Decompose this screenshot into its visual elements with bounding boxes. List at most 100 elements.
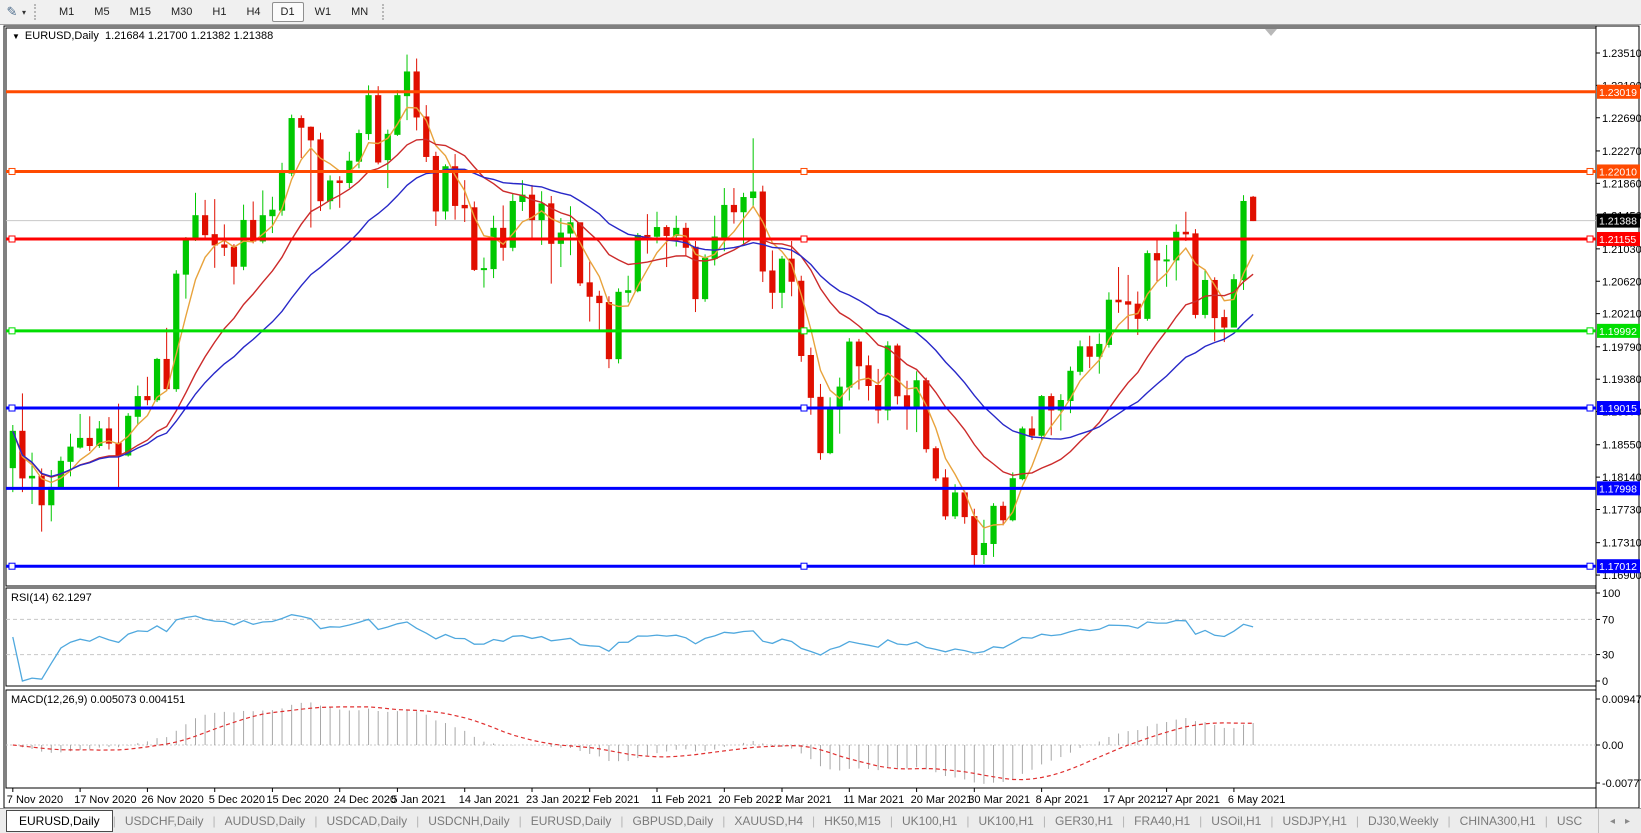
chart-tab-usc[interactable]: USC <box>1548 811 1591 831</box>
candle-body <box>981 543 986 554</box>
price-axis-tick-label: 1.17310 <box>1602 538 1641 550</box>
chart-tab-usdcnh-daily[interactable]: USDCNH,Daily <box>419 811 518 831</box>
candle-body <box>770 271 775 292</box>
candle-body <box>1087 347 1092 356</box>
chart-tab-ger30-h1[interactable]: GER30,H1 <box>1046 811 1122 831</box>
tab-scroll-right-icon[interactable]: ▸ <box>1620 814 1635 829</box>
chart-tab-usdjpy-h1[interactable]: USDJPY,H1 <box>1273 811 1355 831</box>
chart-tab-gbpusd-daily[interactable]: GBPUSD,Daily <box>624 811 723 831</box>
chart-tab-hk50-m15[interactable]: HK50,M15 <box>815 811 890 831</box>
date-axis-label: 14 Jan 2021 <box>459 794 520 806</box>
candle-body <box>193 216 198 240</box>
candle-body <box>616 292 621 358</box>
candle-body <box>741 198 746 212</box>
chart-tab-uk100-h1[interactable]: UK100,H1 <box>893 811 966 831</box>
date-axis-label: 20 Mar 2021 <box>911 794 973 806</box>
chart-title: ▼EURUSD,Daily 1.21684 1.21700 1.21382 1.… <box>12 30 273 42</box>
chart-tab-usoil-h1[interactable]: USOil,H1 <box>1202 811 1270 831</box>
candle-body <box>1145 254 1150 319</box>
chart-tab-audusd-daily[interactable]: AUDUSD,Daily <box>216 811 315 831</box>
chart-tab-dj30-weekly[interactable]: DJ30,Weekly <box>1359 811 1447 831</box>
level-line-handle[interactable] <box>801 236 807 242</box>
price-axis-tick-label: 1.19380 <box>1602 374 1641 386</box>
candle-body <box>395 96 400 135</box>
chart-tab-usdchf-daily[interactable]: USDCHF,Daily <box>116 811 213 831</box>
candle-body <box>462 205 467 207</box>
level-line-handle[interactable] <box>9 563 15 569</box>
chart-tab-eurusd-daily[interactable]: EURUSD,Daily <box>6 810 113 832</box>
candle-body <box>1251 197 1256 220</box>
chart-tab-eurusd-daily[interactable]: EURUSD,Daily <box>522 811 621 831</box>
level-price-badge-label: 1.22010 <box>1599 166 1637 178</box>
candle-body <box>856 342 861 366</box>
candle-body <box>847 342 852 387</box>
chart-tab-uk100-h1[interactable]: UK100,H1 <box>969 811 1042 831</box>
date-axis-label: 26 Nov 2020 <box>141 794 203 806</box>
candle-body <box>1077 347 1082 371</box>
candle-body <box>924 381 929 449</box>
level-line-handle[interactable] <box>9 328 15 334</box>
candle-body <box>1183 232 1188 234</box>
date-axis-label: 7 Nov 2020 <box>7 794 63 806</box>
candle-body <box>751 192 756 198</box>
level-line-handle[interactable] <box>9 405 15 411</box>
candle-body <box>760 192 765 271</box>
candle-body <box>972 517 977 555</box>
chart-ohlc-values: 1.21684 1.21700 1.21382 1.21388 <box>105 30 273 42</box>
chart-tab-fra40-h1[interactable]: FRA40,H1 <box>1125 811 1199 831</box>
candle-body <box>587 283 592 296</box>
candle-body <box>664 228 669 236</box>
rsi-axis-label: 70 <box>1602 614 1614 626</box>
level-line-handle[interactable] <box>1587 236 1593 242</box>
candle-body <box>827 409 832 452</box>
candle-body <box>876 386 881 410</box>
rsi-pane[interactable] <box>6 588 1596 686</box>
date-axis-label: 2 Mar 2021 <box>776 794 832 806</box>
candle-body <box>645 235 650 236</box>
level-price-badge-label: 1.17998 <box>1599 483 1637 495</box>
chart-canvas[interactable]: 1.235101.231001.226901.222701.218601.214… <box>0 0 1641 833</box>
candle-body <box>241 220 246 266</box>
candle-body <box>116 443 121 455</box>
level-line-handle[interactable] <box>801 328 807 334</box>
candle-body <box>203 216 208 235</box>
level-line-handle[interactable] <box>9 236 15 242</box>
chart-tab-usdcad-daily[interactable]: USDCAD,Daily <box>317 811 416 831</box>
tab-scroll-left-icon[interactable]: ◂ <box>1605 814 1620 829</box>
candle-body <box>222 245 227 247</box>
date-axis-label: 23 Jan 2021 <box>526 794 587 806</box>
candle-body <box>29 476 34 478</box>
price-axis-tick-label: 1.20210 <box>1602 309 1641 321</box>
candle-body <box>904 396 909 406</box>
candle-body <box>260 216 265 241</box>
level-line-handle[interactable] <box>9 168 15 174</box>
candle-body <box>433 156 438 210</box>
level-line-handle[interactable] <box>1587 405 1593 411</box>
candle-body <box>1164 260 1169 261</box>
candle-body <box>1039 397 1044 436</box>
candle-body <box>68 447 73 461</box>
level-price-badge-label: 1.23019 <box>1599 87 1637 99</box>
chart-tab-xauusd-h4[interactable]: XAUUSD,H4 <box>725 811 812 831</box>
level-line-handle[interactable] <box>801 168 807 174</box>
candle-body <box>1222 318 1227 327</box>
level-line-handle[interactable] <box>1587 563 1593 569</box>
candle-body <box>808 355 813 397</box>
level-line-handle[interactable] <box>1587 328 1593 334</box>
date-axis-label: 24 Dec 2020 <box>334 794 396 806</box>
candle-body <box>779 259 784 292</box>
candle-body <box>183 239 188 274</box>
price-axis-tick-label: 1.22270 <box>1602 146 1641 158</box>
date-axis-label: 27 Apr 2021 <box>1161 794 1220 806</box>
candle-body <box>78 438 83 447</box>
level-line-handle[interactable] <box>801 563 807 569</box>
candle-body <box>1029 429 1034 435</box>
candle-body <box>39 476 44 504</box>
level-line-handle[interactable] <box>801 405 807 411</box>
candle-body <box>49 487 54 504</box>
price-axis-tick-label: 1.21860 <box>1602 178 1641 190</box>
chart-tab-china300-h1[interactable]: CHINA300,H1 <box>1451 811 1545 831</box>
collapse-triangle-icon[interactable]: ▼ <box>12 32 20 41</box>
level-line-handle[interactable] <box>1587 168 1593 174</box>
macd-pane[interactable] <box>6 690 1596 788</box>
